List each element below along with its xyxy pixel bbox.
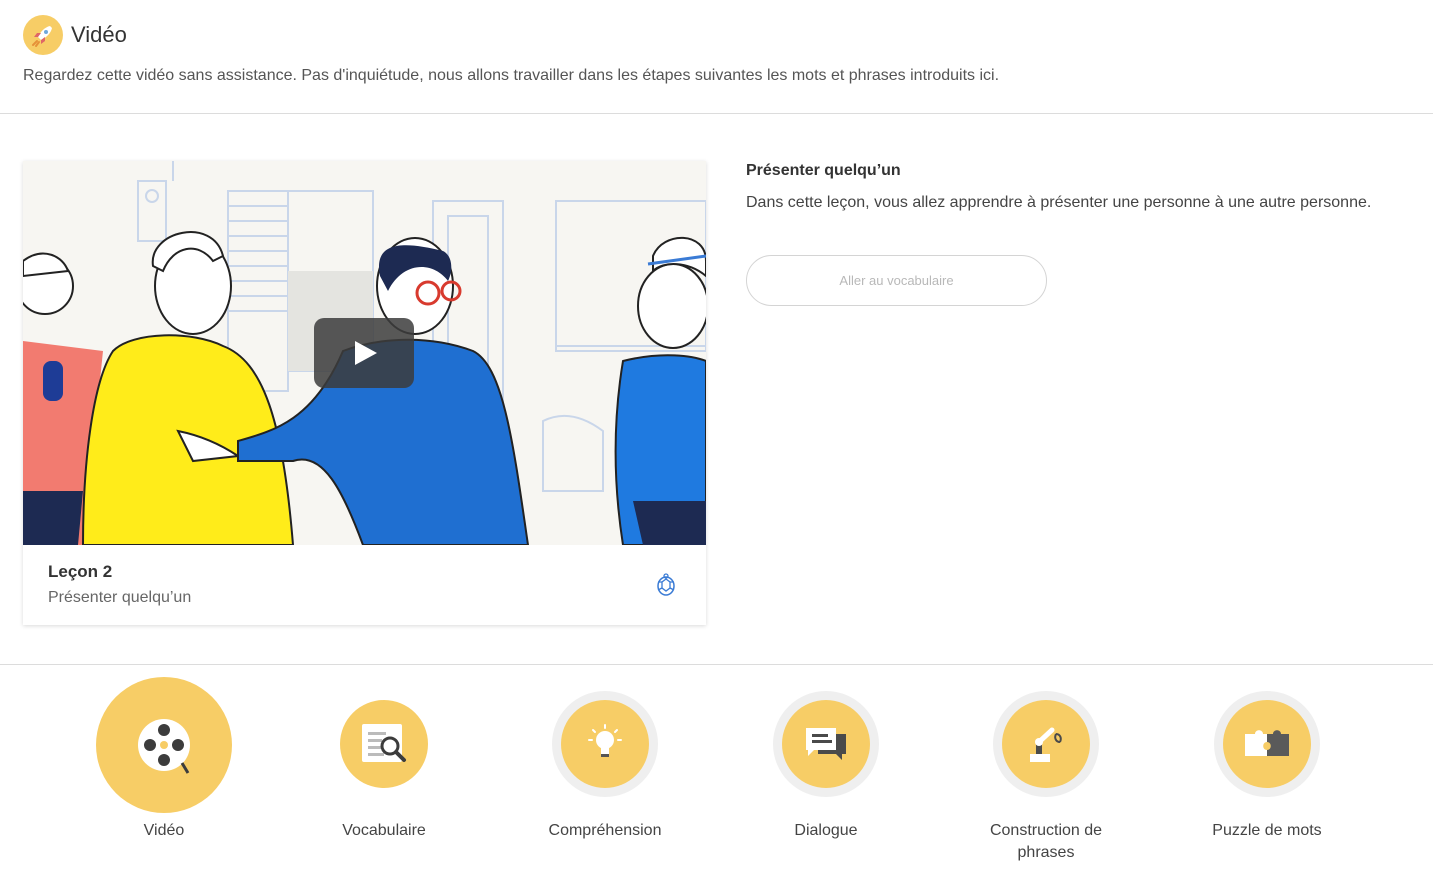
- puzzle-icon: [1245, 730, 1289, 756]
- page-title: Vidéo: [71, 22, 127, 47]
- step-ring: [993, 691, 1099, 797]
- lesson-subtitle: Présenter quelqu’un: [48, 589, 192, 606]
- step-label: Puzzle de mots: [1212, 822, 1322, 839]
- video-card: Leçon 2 Présenter quelqu’un: [23, 161, 706, 625]
- step-ring: [331, 691, 437, 797]
- film-reel-icon: [138, 719, 190, 774]
- step-ring: [96, 677, 232, 813]
- step-circle: [340, 700, 428, 788]
- info-description: Dans cette leçon, vous allez apprendre à…: [746, 194, 1372, 211]
- step-label: Construction de phrases: [989, 822, 1103, 861]
- lesson-steps-nav: Vidéo Vocabulaire Compréhension Dialogue…: [0, 664, 1433, 872]
- step-circle: [1223, 700, 1311, 788]
- step-circle: [561, 700, 649, 788]
- video-player[interactable]: [23, 161, 706, 545]
- step-label: Compréhension: [548, 822, 662, 839]
- step-label: Vidéo: [143, 822, 185, 839]
- step-vocabulary[interactable]: Vocabulaire: [274, 665, 494, 872]
- step-label: Dialogue: [794, 822, 858, 839]
- go-to-vocabulary-button[interactable]: Aller au vocabulaire: [746, 255, 1047, 306]
- step-circle: [96, 677, 232, 813]
- lesson-title: Leçon 2: [48, 562, 113, 581]
- page-instructions: Regardez cette vidéo sans assistance. Pa…: [23, 67, 1000, 84]
- rocket-icon: [23, 15, 63, 55]
- step-ring: [552, 691, 658, 797]
- page-header: Vidéo Regardez cette vidéo sans assistan…: [0, 0, 1433, 114]
- play-icon: [355, 341, 377, 365]
- info-title: Présenter quelqu’un: [746, 162, 901, 179]
- step-video[interactable]: Vidéo: [54, 665, 274, 872]
- step-label: Vocabulaire: [342, 822, 426, 839]
- chat-bubbles-icon: [806, 728, 846, 760]
- magnifier-document-icon: [362, 724, 406, 762]
- step-dialogue[interactable]: Dialogue: [716, 665, 936, 872]
- step-ring: [773, 691, 879, 797]
- step-circle: [1002, 700, 1090, 788]
- step-word-puzzle[interactable]: Puzzle de mots: [1157, 665, 1377, 872]
- step-comprehension[interactable]: Compréhension: [495, 665, 715, 872]
- step-sentence-building[interactable]: Construction de phrases: [936, 665, 1156, 872]
- step-circle: [782, 700, 870, 788]
- lightbulb-icon: [588, 724, 622, 757]
- play-button[interactable]: [314, 318, 414, 388]
- robot-arm-icon: [1030, 727, 1062, 762]
- turtle-icon[interactable]: [654, 573, 678, 597]
- step-ring: [1214, 691, 1320, 797]
